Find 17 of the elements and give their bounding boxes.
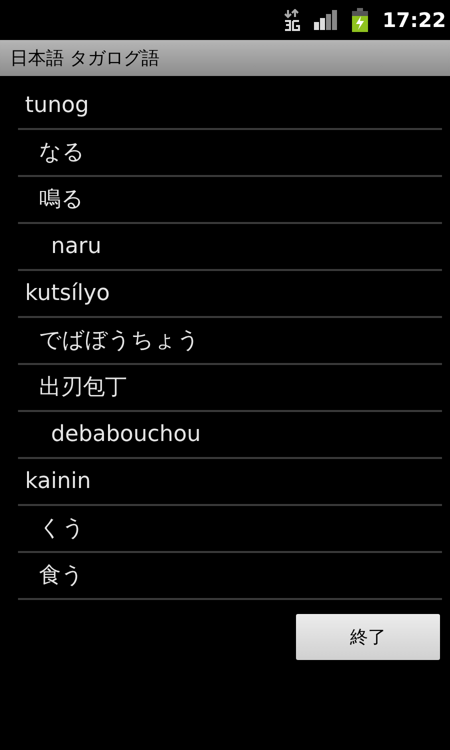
status-time: 17:22: [382, 7, 446, 34]
list-item-text: 鳴る: [39, 186, 84, 214]
battery-charging-icon: [352, 8, 368, 32]
data-3g-icon: [284, 9, 300, 31]
list-item-text: naru: [51, 233, 102, 261]
list-item-text: debabouchou: [51, 421, 201, 449]
list-item-text: kutsílyo: [25, 280, 110, 308]
list-item-text: 食う: [39, 562, 84, 590]
list-item-text: くう: [39, 515, 85, 543]
list-item-text: なる: [39, 139, 85, 167]
list-item-text: 出刃包丁: [39, 374, 127, 402]
exit-button[interactable]: 終了: [296, 614, 440, 660]
list-item-text: でばぼうちょう: [39, 327, 200, 355]
list-item-text: kainin: [25, 468, 91, 496]
list-item-text: tunog: [25, 92, 89, 120]
window-title: 日本語 タガログ語: [10, 46, 160, 70]
signal-icon: [314, 9, 338, 31]
